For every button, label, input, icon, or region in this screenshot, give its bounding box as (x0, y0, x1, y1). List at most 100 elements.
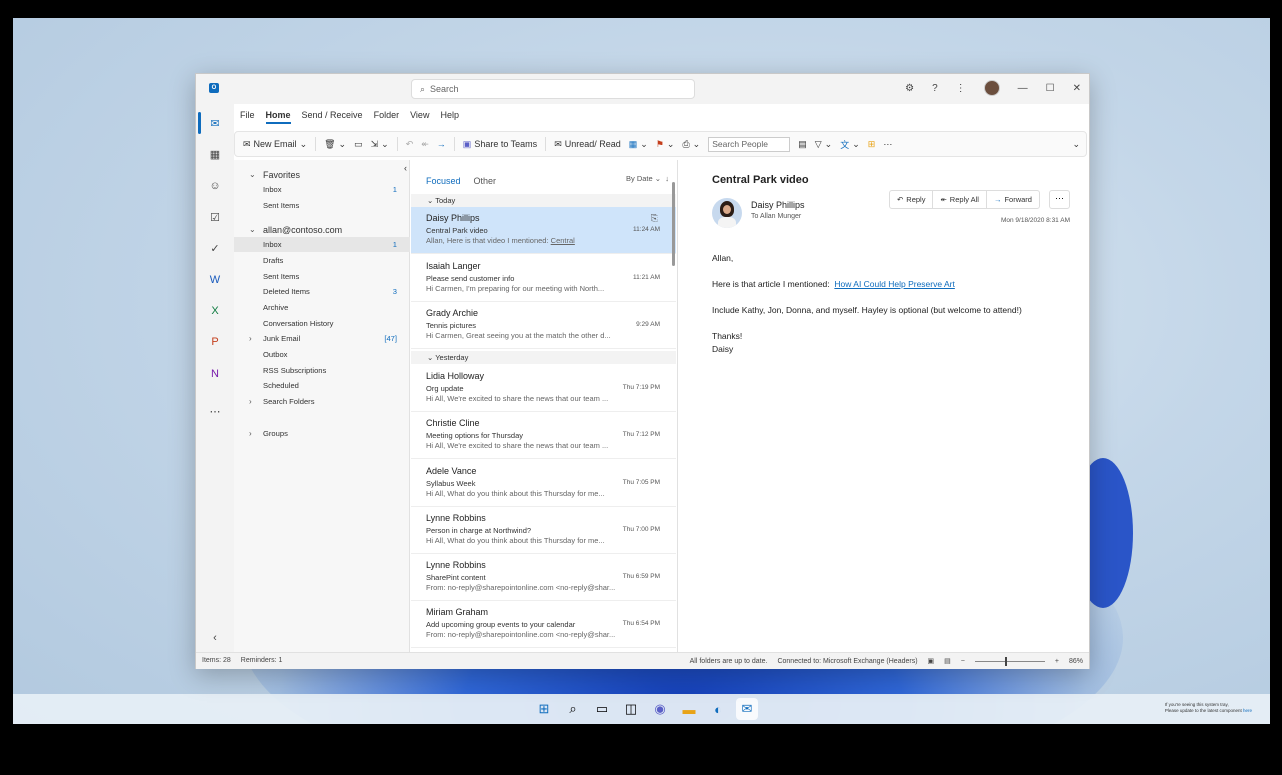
tab-focused[interactable]: Focused (426, 176, 461, 186)
minimize-icon[interactable]: — (1018, 83, 1028, 94)
fav-inbox[interactable]: Inbox 1 (234, 182, 410, 197)
reply-all-button[interactable]: ↞ Reply All (933, 191, 987, 208)
zoom-thumb[interactable] (1004, 656, 1007, 666)
more-options-button[interactable]: ⋯ (883, 139, 892, 150)
menu-folder[interactable]: Folder (374, 110, 400, 124)
more-actions-button[interactable]: ⋯ (1049, 190, 1070, 209)
filter-button[interactable]: ▽ ⌄ (815, 139, 832, 150)
search-icon[interactable]: ⌕ (562, 698, 584, 720)
fav-sent-items[interactable]: Sent Items (234, 198, 410, 213)
maximize-icon[interactable]: ☐ (1046, 83, 1055, 94)
favorites-header[interactable]: ⌄ Favorites (234, 167, 410, 182)
folder-deleted-items[interactable]: Deleted Items 3 (234, 284, 410, 299)
folder-conversation-history[interactable]: Conversation History (234, 316, 410, 331)
edge-icon[interactable]: ◐ (707, 698, 729, 720)
zoom-slider[interactable] (974, 656, 1045, 666)
tray-link[interactable]: here (1243, 708, 1252, 713)
print-button[interactable]: ⎙ ⌄ (682, 139, 700, 150)
sender-avatar[interactable] (712, 198, 742, 228)
message-row[interactable]: Lidia Holloway Org update Thu 7:19 PM Hi… (411, 365, 676, 412)
message-row[interactable]: Miriam Graham Add upcoming group events … (411, 601, 676, 648)
folder-search-folders[interactable]: › Search Folders (234, 394, 410, 409)
notification-icon[interactable]: ⋮ (956, 83, 966, 94)
flag-button[interactable]: ⚑ ⌄ (656, 139, 675, 150)
message-row[interactable]: Lynne Robbins SharePint content Thu 6:59… (411, 554, 676, 601)
message-row[interactable]: Isaiah Langer Please send customer info … (411, 255, 676, 302)
file-explorer-icon[interactable]: ▬ (678, 698, 700, 720)
tab-other[interactable]: Other (474, 176, 497, 186)
share-to-teams-button[interactable]: ▣ Share to Teams (463, 139, 537, 150)
widgets-icon[interactable]: ◫ (620, 698, 642, 720)
tasks-icon[interactable]: ☑ (208, 210, 222, 224)
delete-button[interactable]: 🗑 ⌄ (324, 139, 346, 150)
reply-all-ribbon-button[interactable]: ↞ (421, 139, 429, 150)
message-row[interactable]: Grady Archie Tennis pictures 9:29 AM Hi … (411, 302, 676, 349)
sort-direction-icon[interactable]: ↓ (665, 174, 669, 183)
message-row[interactable]: Christie Cline Meeting options for Thurs… (411, 412, 676, 459)
folder-drafts[interactable]: Drafts (234, 253, 410, 268)
folder-archive[interactable]: Archive (234, 300, 410, 315)
address-book-button[interactable]: ▤ (798, 139, 807, 150)
task-view-icon[interactable]: ▭ (591, 698, 613, 720)
reminders-count[interactable]: Reminders: 1 (241, 657, 283, 664)
powerpoint-icon[interactable]: P (208, 335, 222, 349)
todo-icon[interactable]: ✓ (208, 241, 222, 255)
menu-help[interactable]: Help (440, 110, 459, 124)
menu-file[interactable]: File (240, 110, 255, 124)
onenote-icon[interactable]: N (208, 367, 222, 381)
zoom-out-icon[interactable]: − (961, 658, 965, 665)
recipient-name[interactable]: Allan Munger (760, 213, 801, 220)
excel-icon[interactable]: X (208, 304, 222, 318)
search-input[interactable]: ⌕ Search (411, 79, 695, 99)
chat-icon[interactable]: ◉ (649, 698, 671, 720)
reading-view-icon[interactable]: ▤ (944, 657, 951, 665)
ribbon-collapse-button[interactable]: ⌄ (1072, 139, 1080, 150)
search-people-input[interactable]: Search People (708, 136, 791, 152)
start-icon[interactable]: ⊞ (533, 698, 555, 720)
unread-read-button[interactable]: ✉ Unread/ Read (554, 139, 621, 150)
apps-button[interactable]: ⊞ (868, 139, 876, 150)
translate-button[interactable]: 文 ⌄ (840, 138, 860, 151)
group-header-yesterday[interactable]: ⌄ Yesterday (411, 351, 676, 364)
archive-button[interactable]: ▭ (354, 139, 363, 150)
group-header-today[interactable]: ⌄ Today (411, 194, 676, 207)
word-icon[interactable]: W (208, 273, 222, 287)
mail-icon[interactable]: ✉ (208, 116, 222, 130)
more-apps-icon[interactable]: ⋯ (208, 404, 222, 418)
zoom-in-icon[interactable]: + (1055, 658, 1059, 665)
collapse-icon[interactable]: ‹ (208, 631, 222, 645)
settings-icon[interactable]: ⚙ (905, 83, 914, 94)
message-row[interactable]: Adele Vance Syllabus Week Thu 7:05 PM Hi… (411, 460, 676, 507)
menu-view[interactable]: View (410, 110, 429, 124)
undo-button[interactable]: ↶ (406, 139, 414, 150)
profile-avatar[interactable] (983, 80, 1000, 96)
outlook-taskbar-icon[interactable]: ✉ (736, 698, 758, 720)
article-link[interactable]: How AI Could Help Preserve Art (834, 279, 954, 289)
forward-button[interactable]: → Forward (987, 191, 1039, 208)
sender-name[interactable]: Daisy Phillips (751, 200, 805, 210)
folder-sent-items[interactable]: Sent Items (234, 269, 410, 284)
message-row[interactable]: Daisy Phillips ⎘ Central Park video 11:2… (411, 207, 676, 254)
move-button[interactable]: ⇲ ⌄ (371, 139, 389, 150)
groups-header[interactable]: › Groups (234, 426, 410, 441)
categorize-button[interactable]: ▦ ⌄ (629, 139, 648, 150)
reply-button[interactable]: ↶ Reply (890, 191, 934, 208)
normal-view-icon[interactable]: ▣ (928, 657, 935, 665)
folder-outbox[interactable]: Outbox (234, 347, 410, 362)
calendar-icon[interactable]: ▦ (208, 147, 222, 161)
forward-ribbon-button[interactable]: → (437, 139, 446, 149)
folder-inbox[interactable]: Inbox 1 (234, 237, 410, 252)
help-icon[interactable]: ? (932, 83, 938, 94)
menu-send-receive[interactable]: Send / Receive (302, 110, 363, 124)
new-email-button[interactable]: ✉ New Email ⌄ (243, 139, 307, 150)
close-icon[interactable]: ✕ (1073, 83, 1081, 94)
menu-home[interactable]: Home (265, 110, 291, 124)
sort-button[interactable]: By Date ⌄ ↓ (626, 174, 669, 183)
account-header[interactable]: ⌄ allan@contoso.com (234, 222, 410, 237)
list-scrollbar[interactable] (672, 182, 675, 266)
people-icon[interactable]: ☺ (208, 179, 222, 193)
folder-rss[interactable]: RSS Subscriptions (234, 363, 410, 378)
folder-scheduled[interactable]: Scheduled (234, 378, 410, 393)
message-row[interactable]: Lynne Robbins Person in charge at Northw… (411, 507, 676, 554)
folder-junk-email[interactable]: › Junk Email [47] (234, 331, 410, 346)
